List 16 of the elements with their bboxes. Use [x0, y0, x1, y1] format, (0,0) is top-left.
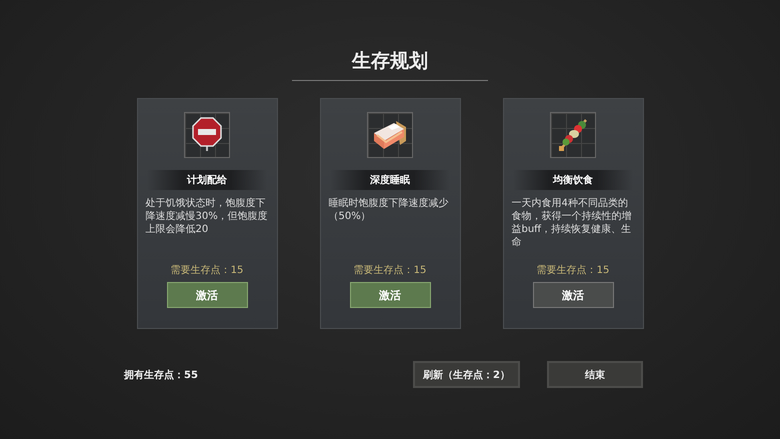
- activate-button[interactable]: 激活: [166, 282, 248, 308]
- cost-label: 需要生存点：15: [170, 264, 244, 277]
- card-description: 一天内食用4种不同品类的食物，获得一个持续性的增益buff，持续恢复健康、生命: [512, 197, 632, 250]
- cost-label: 需要生存点：15: [354, 264, 426, 277]
- card-description: 处于饥饿状态时，饱腹度下降速度减慢30%，但饱腹度上限会降低20: [146, 197, 268, 237]
- cost-label: 需要生存点：15: [536, 264, 610, 277]
- activate-button[interactable]: 激活: [532, 282, 614, 308]
- refresh-button[interactable]: 刷新（生存点：2）: [413, 361, 520, 388]
- points-label: 拥有生存点：55: [124, 368, 199, 382]
- stop-sign-icon: [192, 117, 222, 153]
- bed-icon: [372, 119, 408, 151]
- card-description: 睡眠时饱腹度下降速度减少（50%）: [328, 197, 450, 224]
- skewer-icon: [556, 117, 590, 153]
- end-button[interactable]: 结束: [547, 361, 643, 388]
- screen-title: 生存规划: [292, 48, 488, 81]
- activate-button[interactable]: 激活: [350, 282, 430, 308]
